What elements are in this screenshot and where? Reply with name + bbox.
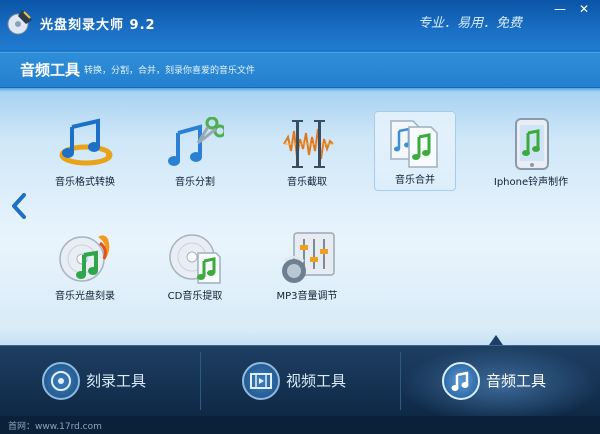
tool-music-split[interactable]: 音乐分割 <box>150 113 240 191</box>
status-footer: 首网：www.17rd.com <box>0 416 600 434</box>
tool-label: Iphone铃声制作 <box>493 177 569 188</box>
bottom-nav: 刻录工具 视频工具 音频工具 <box>0 345 600 417</box>
nav-video-tools[interactable]: 视频工具 <box>200 346 400 417</box>
minimize-button[interactable]: — <box>548 0 572 18</box>
app-logo-icon <box>7 10 32 35</box>
nav-label: 刻录工具 <box>86 372 147 390</box>
tool-label: 音乐合并 <box>395 175 435 186</box>
app-window: 光盘刻录大师 9.2 专业．易用．免费 — ✕ 音频工具 转换，分割，合并，刻录… <box>0 0 600 434</box>
tool-label: CD音乐提取 <box>167 291 223 302</box>
audio-waveform-trim-icon <box>283 120 334 168</box>
iphone-ringtone-icon <box>515 118 549 170</box>
tool-mp3-volume-adjust[interactable]: MP3音量调节 <box>262 227 352 305</box>
title-bar[interactable]: 光盘刻录大师 9.2 专业．易用．免费 — ✕ <box>0 0 600 50</box>
tool-label: 音乐分割 <box>175 177 215 188</box>
active-tab-indicator <box>489 335 503 345</box>
chevron-left-icon <box>12 193 26 219</box>
music-merge-icon <box>390 120 438 168</box>
tool-label: 音乐光盘刻录 <box>55 291 115 302</box>
music-convert-icon <box>59 118 113 166</box>
app-slogan: 专业．易用．免费 <box>418 16 523 31</box>
tool-grid: 音乐格式转换 音乐分割 音乐截取 音乐合并 Iphone铃声制作 音乐光盘刻录 … <box>0 87 600 345</box>
section-title: 音频工具 <box>20 61 81 79</box>
film-icon <box>242 362 280 400</box>
tool-iphone-ringtone[interactable]: Iphone铃声制作 <box>486 113 576 191</box>
tool-label: 音乐截取 <box>287 177 327 188</box>
tool-label: 音乐格式转换 <box>55 177 115 188</box>
music-split-icon <box>168 117 224 166</box>
disc-burn-icon <box>42 362 80 400</box>
previous-page-button[interactable] <box>8 191 30 221</box>
nav-burn-tools[interactable]: 刻录工具 <box>0 346 200 417</box>
cd-rip-icon <box>169 234 221 284</box>
tool-music-trim[interactable]: 音乐截取 <box>262 113 352 191</box>
tool-music-format-convert[interactable]: 音乐格式转换 <box>40 113 130 191</box>
website-link[interactable]: 首网：www.17rd.com <box>8 419 102 432</box>
tool-label: MP3音量调节 <box>276 291 338 302</box>
nav-audio-tools[interactable]: 音频工具 <box>400 346 600 417</box>
tool-cd-music-extract[interactable]: CD音乐提取 <box>150 227 240 305</box>
section-subtitle: 转换，分割，合并，刻录你喜爱的音乐文件 <box>84 66 256 76</box>
window-title: 光盘刻录大师 9.2 <box>40 18 156 33</box>
music-note-icon <box>442 362 480 400</box>
tool-music-disc-burn[interactable]: 音乐光盘刻录 <box>40 227 130 305</box>
nav-label: 视频工具 <box>286 372 347 390</box>
close-button[interactable]: ✕ <box>572 0 596 18</box>
music-disc-burn-icon <box>59 235 110 282</box>
nav-label: 音频工具 <box>486 372 547 390</box>
section-header: 音频工具 转换，分割，合并，刻录你喜爱的音乐文件 <box>0 52 600 88</box>
tool-music-merge[interactable]: 音乐合并 <box>374 111 456 191</box>
volume-mixer-icon <box>282 232 335 283</box>
